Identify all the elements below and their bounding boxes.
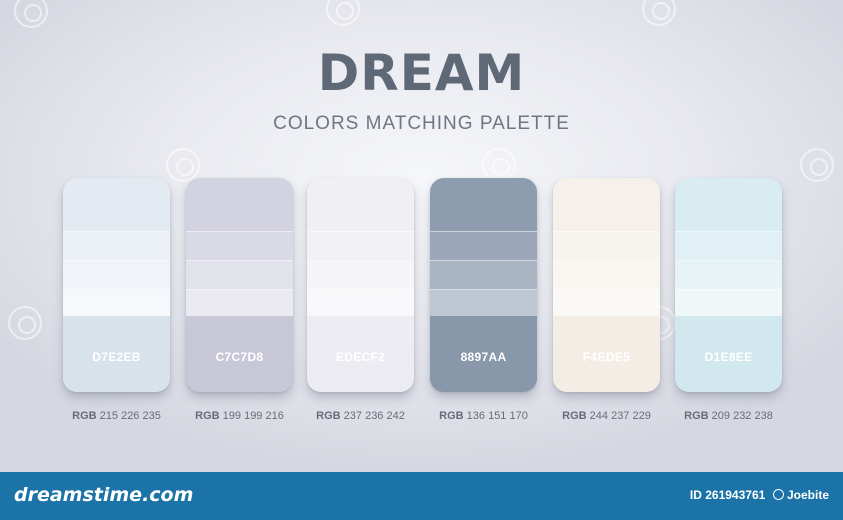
palette-tint-swatch[interactable] — [675, 232, 782, 261]
palette-tint-swatch[interactable] — [553, 203, 660, 232]
rgb-prefix: RGB — [684, 410, 709, 422]
palette-tint-swatch[interactable] — [675, 203, 782, 232]
palette-tint-swatch[interactable] — [675, 290, 782, 319]
rgb-values: 209 232 238 — [708, 410, 773, 422]
palette-tint-swatch[interactable] — [675, 261, 782, 290]
palette-tint-swatch[interactable] — [186, 261, 293, 290]
palette-tint-swatch[interactable] — [553, 290, 660, 319]
palette-tint-swatch[interactable] — [553, 261, 660, 290]
palette-tint-swatch[interactable] — [307, 290, 414, 319]
watermark-swirl-icon — [326, 0, 360, 26]
palette-tint-swatch[interactable] — [186, 203, 293, 232]
palette-tint-swatch[interactable] — [430, 261, 537, 290]
palette-hex-label: D1E8EE — [704, 350, 753, 364]
rgb-prefix: RGB — [316, 410, 341, 422]
palette-hex-label: F4EDE5 — [582, 350, 631, 364]
palette-rgb-label: RGB 244 237 229 — [537, 410, 677, 422]
palette-tint-swatch[interactable] — [186, 290, 293, 319]
rgb-values: 215 226 235 — [96, 410, 161, 422]
watermark-swirl-icon — [642, 0, 676, 26]
watermark-swirl-icon — [482, 148, 516, 182]
palette-tint-swatch[interactable] — [553, 232, 660, 261]
rgb-prefix: RGB — [439, 410, 464, 422]
watermark-swirl-icon — [800, 148, 834, 182]
palette-tint-swatch[interactable] — [430, 232, 537, 261]
palette-hex-label: 8897AA — [460, 350, 507, 364]
palette-tint-swatch[interactable] — [430, 290, 537, 319]
palette-canvas: DREAM COLORS MATCHING PALETTE D7E2EB RGB … — [0, 0, 843, 472]
palette-tint-swatch[interactable] — [430, 203, 537, 232]
copyright-icon — [772, 489, 784, 500]
author-name[interactable]: Joebite — [787, 488, 829, 502]
rgb-prefix: RGB — [562, 410, 587, 422]
rgb-values: 199 199 216 — [219, 410, 284, 422]
palette-tint-swatch[interactable] — [186, 232, 293, 261]
watermark-swirl-icon — [8, 306, 42, 340]
palette-rgb-label: RGB 209 232 238 — [659, 410, 799, 422]
palette-hex-label: C7C7D8 — [215, 350, 264, 364]
palette-hex-label: D7E2EB — [92, 350, 141, 364]
palette-rgb-label: RGB 199 199 216 — [170, 410, 310, 422]
page-title: DREAM — [317, 44, 526, 102]
palette-rgb-label: RGB 237 236 242 — [291, 410, 431, 422]
palette-rgb-label: RGB 215 226 235 — [47, 410, 187, 422]
palette-tint-swatch[interactable] — [307, 203, 414, 232]
rgb-prefix: RGB — [72, 410, 97, 422]
palette-hex-label: EDECF2 — [335, 350, 386, 364]
page-subtitle: COLORS MATCHING PALETTE — [273, 113, 570, 134]
palette-rgb-label: RGB 136 151 170 — [414, 410, 554, 422]
image-credit: ID 261943761 Joebite — [690, 488, 829, 502]
palette-tint-swatch[interactable] — [307, 232, 414, 261]
rgb-values: 136 151 170 — [463, 410, 528, 422]
brand-logo[interactable]: dreamstime.com — [14, 484, 193, 506]
image-id: ID 261943761 — [689, 488, 766, 502]
rgb-prefix: RGB — [195, 410, 220, 422]
palette-tint-swatch[interactable] — [63, 203, 170, 232]
palette-tint-swatch[interactable] — [307, 261, 414, 290]
watermark-swirl-icon — [166, 148, 200, 182]
palette-tint-swatch[interactable] — [63, 232, 170, 261]
rgb-values: 244 237 229 — [586, 410, 651, 422]
palette-tint-swatch[interactable] — [63, 290, 170, 319]
footer-bar: dreamstime.com ID 261943761 Joebite — [0, 472, 843, 520]
rgb-values: 237 236 242 — [340, 410, 405, 422]
watermark-swirl-icon — [14, 0, 48, 28]
palette-tint-swatch[interactable] — [63, 261, 170, 290]
